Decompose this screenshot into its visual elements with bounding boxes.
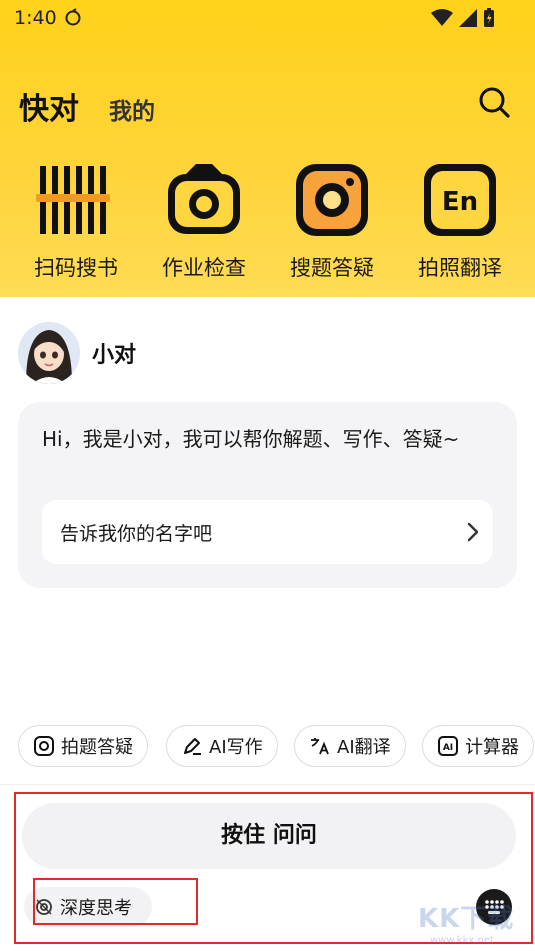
camera-lens-icon (296, 164, 368, 236)
quick-action-chips: 拍题答疑 AI写作 AI翻译 AI 计算器 (18, 725, 535, 767)
chip-label: AI翻译 (337, 737, 391, 758)
chip-label: 拍题答疑 (61, 737, 133, 758)
tool-search-question[interactable]: 搜题答疑 (268, 160, 396, 282)
status-bar: 1:40 (0, 0, 535, 36)
tab-mine[interactable]: 我的 (109, 92, 155, 126)
pen-icon (184, 738, 201, 755)
svg-text:En: En (442, 187, 478, 217)
chip-ai-writing[interactable]: AI写作 (166, 725, 278, 767)
tool-label: 搜题答疑 (290, 256, 374, 280)
app-notification-icon (65, 8, 81, 26)
tool-label: 作业检查 (162, 256, 246, 280)
ai-calculator-icon: AI (438, 736, 458, 756)
chip-label: 计算器 (465, 737, 519, 758)
chat-message-text: Hi，我是小对，我可以帮你解题、写作、答疑~ (42, 427, 460, 451)
bot-name: 小对 (92, 343, 137, 368)
tool-scan-book[interactable]: 扫码搜书 (12, 160, 140, 282)
tool-photo-translate[interactable]: En 拍照翻译 (396, 160, 524, 282)
tool-row: 扫码搜书 作业检查 搜题答疑 En 拍照翻译 (0, 160, 535, 280)
bot-avatar[interactable] (18, 322, 80, 384)
search-icon[interactable] (476, 84, 512, 120)
suggestion-text: 告诉我你的名字吧 (60, 523, 213, 545)
tool-homework-check[interactable]: 作业检查 (140, 160, 268, 282)
svg-text:AI: AI (443, 743, 453, 753)
translate-icon (311, 738, 329, 755)
chat-message-card: Hi，我是小对，我可以帮你解题、写作、答疑~ 告诉我你的名字吧 (18, 402, 517, 588)
suggestion-button[interactable]: 告诉我你的名字吧 (42, 500, 493, 564)
chip-photo-question[interactable]: 拍题答疑 (18, 725, 148, 767)
watermark: KK下载 (418, 904, 515, 934)
chip-calculator[interactable]: AI 计算器 (422, 725, 534, 767)
camera-icon (168, 164, 240, 234)
tool-label: 扫码搜书 (34, 256, 118, 280)
highlight-box-deep-think (33, 878, 198, 925)
wifi-icon (431, 9, 453, 26)
signal-icon (459, 9, 477, 27)
battery-icon (484, 8, 494, 27)
chevron-right-icon (467, 522, 479, 542)
watermark-url: www.kkx.net (430, 935, 494, 946)
bot-header: 小对 (18, 322, 136, 384)
chip-ai-translate[interactable]: AI翻译 (294, 725, 406, 767)
tool-label: 拍照翻译 (418, 256, 502, 280)
barcode-icon (36, 166, 110, 234)
avatar-illustration (18, 322, 80, 384)
status-time: 1:40 (14, 7, 57, 29)
top-tabs: 快对 我的 (19, 84, 155, 128)
translate-en-icon: En (424, 164, 496, 236)
chip-label: AI写作 (209, 737, 263, 758)
tab-kuaidui[interactable]: 快对 (19, 84, 79, 128)
camera-icon (34, 736, 54, 756)
